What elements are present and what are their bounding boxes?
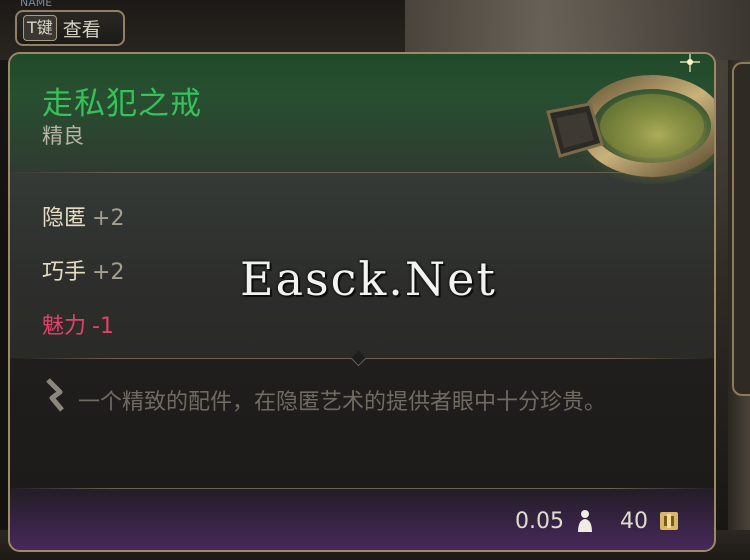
item-tooltip: 走私犯之戒 精良 隐匿 +2 巧手 +2 魅力 -1 一个精致的配件，在隐匿艺术的提供… bbox=[8, 52, 716, 552]
weight-icon bbox=[578, 510, 592, 532]
game-scene: NAME T键 查看 走私犯之戒 精良 隐匿 +2 巧手 +2 魅力 -1 一个… bbox=[0, 0, 750, 560]
stat-name: 隐匿 bbox=[42, 206, 87, 231]
ring-item-art bbox=[546, 54, 714, 184]
stat-value: -1 bbox=[92, 314, 114, 339]
inspect-key-hint[interactable]: T键 查看 bbox=[15, 10, 125, 46]
item-weight: 0.05 bbox=[515, 508, 564, 534]
stat-name: 巧手 bbox=[42, 260, 87, 285]
side-panel-edge bbox=[732, 62, 750, 396]
stat-name: 魅力 bbox=[42, 314, 87, 339]
background-rock bbox=[405, 0, 750, 60]
desc-divider bbox=[10, 488, 714, 489]
item-price: 40 bbox=[620, 508, 648, 534]
stat-value: +2 bbox=[92, 206, 125, 231]
item-description: 一个精致的配件，在隐匿艺术的提供者眼中十分珍贵。 bbox=[78, 390, 607, 415]
item-name: 走私犯之戒 bbox=[42, 86, 202, 122]
faded-top-label: NAME bbox=[20, 0, 53, 9]
stat-row: 隐匿 +2 bbox=[42, 200, 124, 232]
stat-value: +2 bbox=[92, 260, 125, 285]
stat-row: 巧手 +2 bbox=[42, 254, 124, 286]
item-rarity: 精良 bbox=[42, 124, 84, 148]
stat-row-negative: 魅力 -1 bbox=[42, 308, 114, 340]
inspect-label: 查看 bbox=[62, 18, 101, 41]
gold-coin-icon bbox=[660, 512, 678, 530]
item-value-row: 0.05 40 bbox=[515, 508, 680, 534]
description-chevron-icon bbox=[46, 378, 64, 412]
key-cap-t: T键 bbox=[23, 15, 57, 41]
